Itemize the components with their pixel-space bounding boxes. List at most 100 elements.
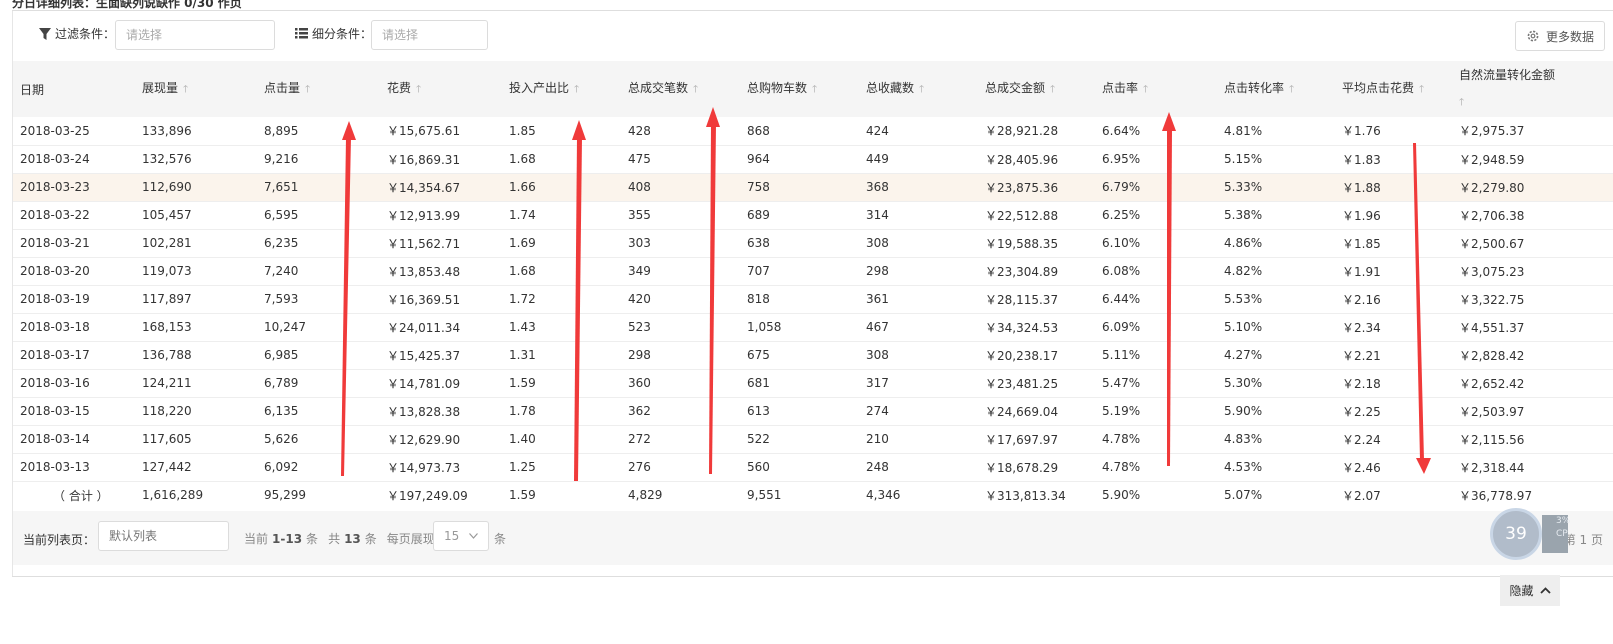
col-header-impressions[interactable]: 展现量 🡑: [135, 61, 257, 117]
cell-orders: 475: [621, 145, 740, 174]
col-header-favorites[interactable]: 总收藏数 🡑: [859, 61, 978, 117]
cell-impressions: 168,153: [135, 313, 257, 342]
performance-gauge-widget[interactable]: 39: [1490, 508, 1542, 560]
gauge-side-tab: 3% CP: [1542, 515, 1570, 553]
sort-arrow-icon[interactable]: 🡑: [693, 84, 698, 95]
sort-arrow-icon[interactable]: 🡑: [416, 84, 421, 95]
sort-arrow-icon[interactable]: 🡑: [305, 84, 310, 95]
cell-favorites: 298: [859, 257, 978, 286]
cell-roi: 1.85: [502, 117, 621, 146]
table-footer: 当前列表页： 当前 1-13 条 共 13 条 每页展现 15 条 1/1 第 …: [13, 511, 1613, 565]
sort-arrow-icon[interactable]: 🡑: [1289, 84, 1294, 95]
cell-cvr: 5.38%: [1217, 201, 1335, 230]
cell-cost: ￥14,354.67: [380, 173, 502, 202]
cell-orders: 349: [621, 257, 740, 286]
cell-favorites: 308: [859, 229, 978, 258]
col-header-cost[interactable]: 花费 🡑: [380, 61, 502, 117]
cell-favorites: 274: [859, 397, 978, 426]
divider: [12, 576, 1613, 577]
cell-cvr: 5.15%: [1217, 145, 1335, 174]
total-favorites: 4,346: [866, 488, 901, 503]
cell-roi: 1.31: [502, 341, 621, 370]
cell-roi: 1.78: [502, 397, 621, 426]
cell-clicks: 10,247: [257, 313, 380, 342]
sort-arrow-icon[interactable]: 🡑: [183, 84, 188, 95]
cell-cvr: 4.27%: [1217, 341, 1335, 370]
sort-arrow-icon[interactable]: 🡑: [1419, 84, 1424, 95]
table-row: 2018-03-22 105,457 6,595 ￥12,913.99 1.74 355 6…: [13, 201, 1613, 230]
col-header-ctr[interactable]: 点击率 🡑: [1095, 61, 1217, 117]
col-header-carts[interactable]: 总购物车数 🡑: [740, 61, 859, 117]
cell-cvr: 4.82%: [1217, 257, 1335, 286]
cell-date: 2018-03-16: [13, 369, 135, 398]
sort-arrow-icon[interactable]: 🡑: [1050, 84, 1055, 95]
hide-button[interactable]: 隐藏: [1500, 575, 1560, 606]
cell-cost: ￥12,629.90: [380, 425, 502, 454]
cell-gmv: ￥19,588.35: [978, 229, 1095, 258]
table-row: 2018-03-23 112,690 7,651 ￥14,354.67 1.66 408 7…: [13, 173, 1613, 202]
sort-arrow-icon[interactable]: 🡑: [1143, 84, 1148, 95]
cell-roi: 1.40: [502, 425, 621, 454]
data-panel: 过滤条件： 细分条件： 更多数据 日期 展现量🡑 点击量🡑 花费🡑 投入产出比🡑…: [12, 11, 1613, 576]
list-select[interactable]: [98, 521, 229, 551]
total-clicks: 95,299: [264, 488, 306, 503]
cell-gmv: ￥34,324.53: [978, 313, 1095, 342]
cell-cpc: ￥2.16: [1335, 285, 1452, 314]
cell-cpc: ￥1.91: [1335, 257, 1452, 286]
total-roi: 1.59: [509, 488, 536, 503]
total-date: （ 合计 ）: [53, 488, 109, 503]
cell-cost: ￥13,828.38: [380, 397, 502, 426]
cell-impressions: 124,211: [135, 369, 257, 398]
per-page-select[interactable]: 15: [433, 521, 489, 551]
cell-gmv: ￥23,304.89: [978, 257, 1095, 286]
filter-label: 过滤条件：: [39, 25, 115, 42]
sort-arrow-icon[interactable]: 🡑: [812, 84, 817, 95]
cell-favorites: 467: [859, 313, 978, 342]
segment-select[interactable]: [371, 20, 488, 50]
col-header-gmv[interactable]: 总成交金额 🡑: [978, 61, 1095, 117]
cell-cost: ￥14,973.73: [380, 453, 502, 482]
sort-arrow-icon[interactable]: 🡑: [919, 84, 924, 95]
table-row: 2018-03-17 136,788 6,985 ￥15,425.37 1.31 298 6…: [13, 341, 1613, 370]
cell-date: 2018-03-20: [13, 257, 135, 286]
cell-roi: 1.59: [502, 369, 621, 398]
cell-date: 2018-03-15: [13, 397, 135, 426]
pagination-info: 当前 1-13 条 共 13 条 每页展现: [244, 531, 435, 547]
cell-organic: ￥2,652.42: [1452, 369, 1613, 398]
cell-impressions: 136,788: [135, 341, 257, 370]
cell-organic: ￥2,279.80: [1452, 173, 1613, 202]
col-header-orders[interactable]: 总成交笔数 🡑: [621, 61, 740, 117]
col-header-clicks[interactable]: 点击量 🡑: [257, 61, 380, 117]
col-header-date: 日期: [20, 82, 45, 97]
col-header-roi[interactable]: 投入产出比 🡑: [502, 61, 621, 117]
cell-date: 2018-03-25: [13, 117, 135, 146]
cell-clicks: 5,626: [257, 425, 380, 454]
cell-impressions: 118,220: [135, 397, 257, 426]
cell-gmv: ￥18,678.29: [978, 453, 1095, 482]
cell-favorites: 449: [859, 145, 978, 174]
sort-arrow-icon[interactable]: 🡑: [574, 84, 579, 95]
table-row: 2018-03-18 168,153 10,247 ￥24,011.34 1.43 523…: [13, 313, 1613, 342]
total-impressions: 1,616,289: [142, 488, 204, 503]
cell-carts: 675: [740, 341, 859, 370]
cell-favorites: 248: [859, 453, 978, 482]
cell-date: 2018-03-22: [13, 201, 135, 230]
cell-orders: 272: [621, 425, 740, 454]
filter-select[interactable]: [115, 20, 275, 50]
cell-cost: ￥12,913.99: [380, 201, 502, 230]
cell-orders: 362: [621, 397, 740, 426]
col-header-cpc[interactable]: 平均点击花费 🡑: [1335, 61, 1452, 117]
cell-orders: 408: [621, 173, 740, 202]
cell-cost: ￥13,853.48: [380, 257, 502, 286]
col-header-cvr[interactable]: 点击转化率 🡑: [1217, 61, 1335, 117]
cell-cost: ￥16,869.31: [380, 145, 502, 174]
more-data-button[interactable]: 更多数据: [1514, 21, 1605, 51]
cell-impressions: 132,576: [135, 145, 257, 174]
total-ctr: 5.90%: [1102, 488, 1141, 503]
cell-roi: 1.66: [502, 173, 621, 202]
cell-carts: 964: [740, 145, 859, 174]
col-header-organic[interactable]: 自然流量转化金额 🡑: [1452, 61, 1613, 117]
sort-arrow-icon[interactable]: 🡑: [1459, 97, 1464, 108]
data-table: 日期 展现量 🡑 点击量 🡑 花费 🡑 投入产出比 🡑 总成交笔数 🡑 总购物车数 🡑 总收…: [13, 61, 1613, 509]
cell-cpc: ￥1.96: [1335, 201, 1452, 230]
